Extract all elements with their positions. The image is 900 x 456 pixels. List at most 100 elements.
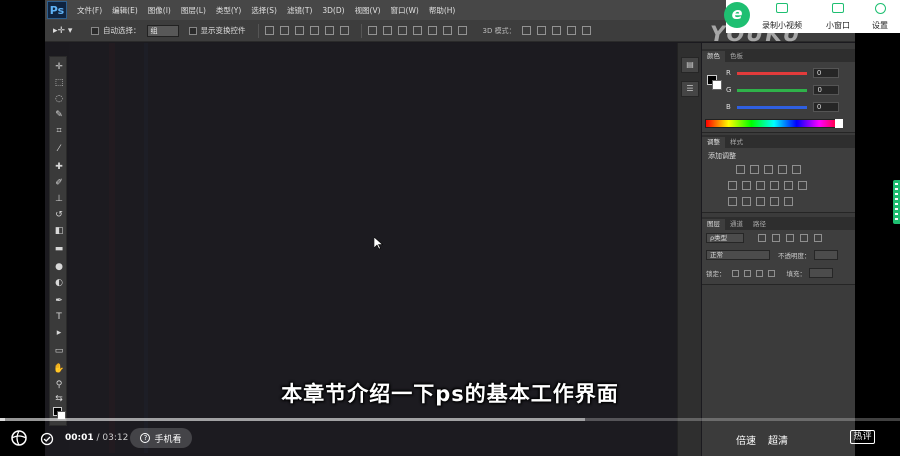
exposure-icon[interactable] (778, 165, 787, 174)
healing-brush-tool-icon[interactable]: ✚ (52, 161, 66, 174)
3d-scale-icon[interactable] (581, 26, 591, 35)
tab-adjustments[interactable]: 调整 (702, 137, 725, 148)
blur-tool-icon[interactable]: ● (52, 261, 66, 274)
threshold-icon[interactable] (756, 197, 765, 206)
settings-button[interactable]: 设置 (872, 3, 888, 31)
record-clip-button[interactable]: 录制小视频 (762, 3, 802, 31)
tab-swatches[interactable]: 色板 (725, 51, 748, 62)
channel-mixer-icon[interactable] (784, 181, 793, 190)
distribute-vcenter-icon[interactable] (382, 26, 392, 35)
check-circle-icon[interactable] (40, 431, 54, 450)
menu-help[interactable]: 帮助(H) (429, 5, 456, 16)
levels-icon[interactable] (750, 165, 759, 174)
move-tool-icon[interactable]: ✛ (52, 61, 66, 74)
3d-rotate-icon[interactable] (521, 26, 531, 35)
auto-select-checkbox[interactable] (91, 26, 99, 35)
filter-smart-icon[interactable] (814, 234, 822, 242)
eraser-tool-icon[interactable]: ◧ (52, 225, 66, 238)
pen-tool-icon[interactable]: ✒ (52, 295, 66, 308)
lock-transparent-icon[interactable] (731, 269, 739, 277)
playback-speed-button[interactable]: 倍速 (736, 432, 756, 447)
shape-tool-icon[interactable]: ▭ (52, 345, 66, 358)
align-bottom-icon[interactable] (294, 26, 304, 35)
tab-styles[interactable]: 样式 (725, 137, 748, 148)
distribute-top-icon[interactable] (367, 26, 377, 35)
hot-comments-button[interactable]: 热评 (850, 430, 875, 444)
lock-pixels-icon[interactable] (743, 269, 751, 277)
distribute-left-icon[interactable] (412, 26, 422, 35)
selective-color-icon[interactable] (784, 197, 793, 206)
color-spectrum-bar[interactable] (705, 119, 843, 128)
gradient-map-icon[interactable] (770, 197, 779, 206)
tab-layers[interactable]: 图层 (702, 219, 725, 230)
history-brush-tool-icon[interactable]: ↺ (52, 209, 66, 222)
color-balance-icon[interactable] (742, 181, 751, 190)
dodge-tool-icon[interactable]: ◐ (52, 277, 66, 290)
filter-adjust-icon[interactable] (772, 234, 780, 242)
side-drawer-handle[interactable] (893, 180, 900, 224)
blue-value-input[interactable]: 0 (812, 102, 839, 112)
spectrum-white-chip[interactable] (835, 119, 843, 128)
panel-background-chip[interactable] (712, 80, 722, 90)
distribute-bottom-icon[interactable] (397, 26, 407, 35)
clone-stamp-tool-icon[interactable]: ⊥ (52, 193, 66, 206)
invert-icon[interactable] (728, 197, 737, 206)
gradient-tool-icon[interactable]: ▬ (52, 243, 66, 256)
globe-icon[interactable] (10, 429, 28, 451)
blend-mode-dropdown[interactable]: 正常 (706, 250, 770, 260)
align-hcenter-icon[interactable] (324, 26, 334, 35)
progress-bar[interactable] (0, 418, 900, 421)
menu-image[interactable]: 图像(I) (148, 5, 171, 16)
posterize-icon[interactable] (742, 197, 751, 206)
move-tool-preset-icon[interactable]: ▸✛ ▾ (53, 23, 81, 39)
menu-window[interactable]: 窗口(W) (391, 5, 419, 16)
menu-3d[interactable]: 3D(D) (322, 6, 344, 15)
hue-saturation-icon[interactable] (728, 181, 737, 190)
watch-on-phone-button[interactable]: ? 手机看 (130, 428, 192, 448)
green-value-input[interactable]: 0 (813, 85, 840, 95)
layer-kind-filter[interactable]: ρ类型 (706, 233, 744, 243)
green-slider[interactable] (737, 88, 808, 92)
black-white-icon[interactable] (756, 181, 765, 190)
show-transform-checkbox[interactable] (188, 26, 197, 35)
menu-view[interactable]: 视图(V) (355, 5, 381, 16)
properties-panel-icon[interactable]: ☰ (681, 81, 699, 97)
brightness-contrast-icon[interactable] (736, 165, 745, 174)
hand-tool-icon[interactable]: ✋ (52, 363, 66, 376)
red-value-input[interactable]: 0 (812, 68, 839, 78)
menu-file[interactable]: 文件(F) (77, 5, 102, 16)
path-select-tool-icon[interactable]: ▸ (52, 327, 66, 340)
menu-edit[interactable]: 编辑(E) (112, 5, 138, 16)
lasso-tool-icon[interactable]: ◌ (52, 93, 66, 106)
brush-tool-icon[interactable]: ✐ (52, 177, 66, 190)
align-left-icon[interactable] (309, 26, 319, 35)
menu-select[interactable]: 选择(S) (251, 5, 277, 16)
blue-slider[interactable] (736, 105, 807, 109)
quick-select-tool-icon[interactable]: ✎ (52, 109, 66, 122)
filter-pixel-icon[interactable] (758, 234, 766, 242)
video-player[interactable]: Ps 文件(F) 编辑(E) 图像(I) 图层(L) 类型(Y) 选择(S) 滤… (0, 0, 900, 456)
crop-tool-icon[interactable]: ⌗ (52, 125, 66, 138)
marquee-tool-icon[interactable]: ⬚ (52, 77, 66, 90)
3d-roll-icon[interactable] (536, 26, 546, 35)
menu-filter[interactable]: 滤镜(T) (287, 5, 312, 16)
3d-drag-icon[interactable] (551, 26, 561, 35)
curves-icon[interactable] (764, 165, 773, 174)
3d-slide-icon[interactable] (566, 26, 576, 35)
opacity-input[interactable] (813, 250, 838, 260)
menu-layer[interactable]: 图层(L) (181, 5, 206, 16)
filter-type-icon[interactable] (786, 234, 794, 242)
vibrance-icon[interactable] (792, 165, 801, 174)
auto-align-icon[interactable] (457, 26, 467, 35)
tab-paths[interactable]: 路径 (748, 219, 771, 230)
align-right-icon[interactable] (339, 26, 349, 35)
lock-all-icon[interactable] (767, 269, 775, 277)
auto-select-dropdown[interactable]: 组 (146, 24, 179, 37)
red-slider[interactable] (736, 71, 807, 75)
menu-type[interactable]: 类型(Y) (216, 5, 241, 16)
align-top-icon[interactable] (264, 26, 274, 35)
mini-window-button[interactable]: 小窗口 (826, 3, 850, 31)
eyedropper-tool-icon[interactable]: ⁄ (52, 143, 66, 156)
quality-button[interactable]: 超清 (768, 432, 788, 447)
lock-position-icon[interactable] (755, 269, 763, 277)
